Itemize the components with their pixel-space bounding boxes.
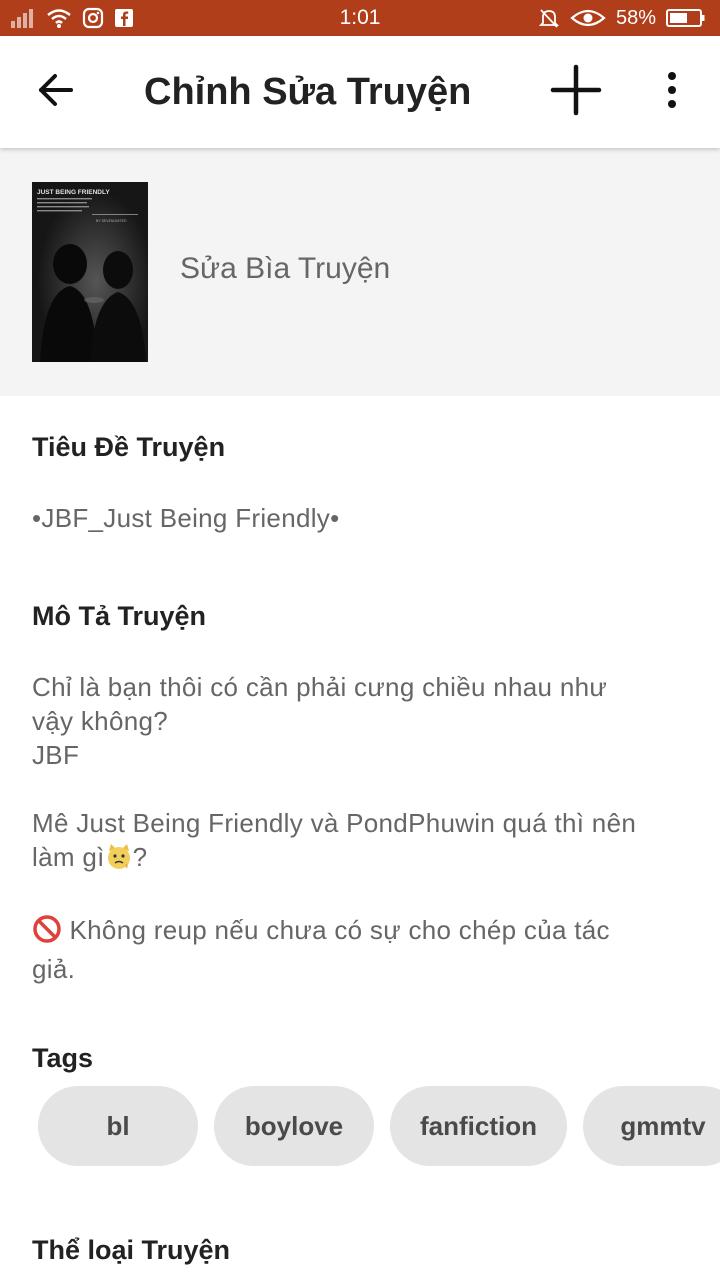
no-entry-icon [32,914,62,952]
tag-chip[interactable]: fanfiction [390,1086,567,1166]
more-options-button[interactable] [640,60,704,124]
story-description-field[interactable]: Chỉ là bạn thôi có cần phải cưng chiều n… [32,670,692,986]
description-text: làm gì [32,842,105,872]
story-title-heading: Tiêu Đề Truyện [32,432,226,462]
tag-chip[interactable]: gmmtv [583,1086,720,1166]
page-title: Chỉnh Sửa Truyện [144,71,472,113]
signal-icon [10,7,36,29]
description-line: vậy không? [32,706,168,736]
add-part-button[interactable] [544,60,608,124]
battery-percent: 58% [615,6,656,29]
tag-chip[interactable]: bl [38,1086,198,1166]
instagram-icon [82,7,104,29]
status-bar: 1:01 58% [0,0,720,36]
muted-bell-icon [538,7,560,29]
cover-thumbnail-title: JUST BEING FRIENDLY [37,189,110,196]
story-description-heading: Mô Tả Truyện [32,601,207,631]
description-line: JBF [32,740,80,770]
description-line: Chỉ là bạn thôi có cần phải cưng chiều n… [32,672,608,702]
facebook-icon [114,8,134,28]
cover-thumbnail-byline: BY SEVENUNITED [96,219,127,223]
tags-list: bl boylove fanfiction gmmtv [38,1086,720,1166]
more-vertical-icon [666,71,678,113]
description-line [32,772,692,806]
eye-icon [570,7,606,29]
back-button[interactable] [24,60,88,124]
thinking-cat-emoji-icon [105,843,133,879]
back-arrow-icon [36,70,76,115]
status-right-icons: 58% [538,0,706,36]
story-title-field[interactable]: •JBF_Just Being Friendly• [32,501,692,535]
description-line [32,879,692,913]
description-line-with-icon: Không reup nếu chưa có sự cho chép của t… [32,913,692,952]
description-line-with-emoji: làm gì ? [32,840,692,879]
story-genre-heading: Thể loại Truyện [32,1235,231,1265]
cover-thumbnail[interactable]: JUST BEING FRIENDLY BY SEVENUNITED [32,182,148,362]
description-line: giả. [32,954,76,984]
tags-heading: Tags [32,1043,94,1073]
status-left-icons [10,0,134,36]
app-bar: Chỉnh Sửa Truyện [0,36,720,148]
wifi-icon [46,7,72,29]
plus-icon [550,64,602,121]
description-text: Không reup nếu chưa có sự cho chép của t… [69,915,610,945]
edit-cover-section[interactable]: JUST BEING FRIENDLY BY SEVENUNITED Sửa B… [0,148,720,396]
battery-icon [666,8,706,28]
tag-chip[interactable]: boylove [214,1086,374,1166]
description-line: Mê Just Being Friendly và PondPhuwin quá… [32,808,637,838]
edit-cover-label[interactable]: Sửa Bìa Truyện [180,252,390,286]
description-text: ? [132,842,148,872]
